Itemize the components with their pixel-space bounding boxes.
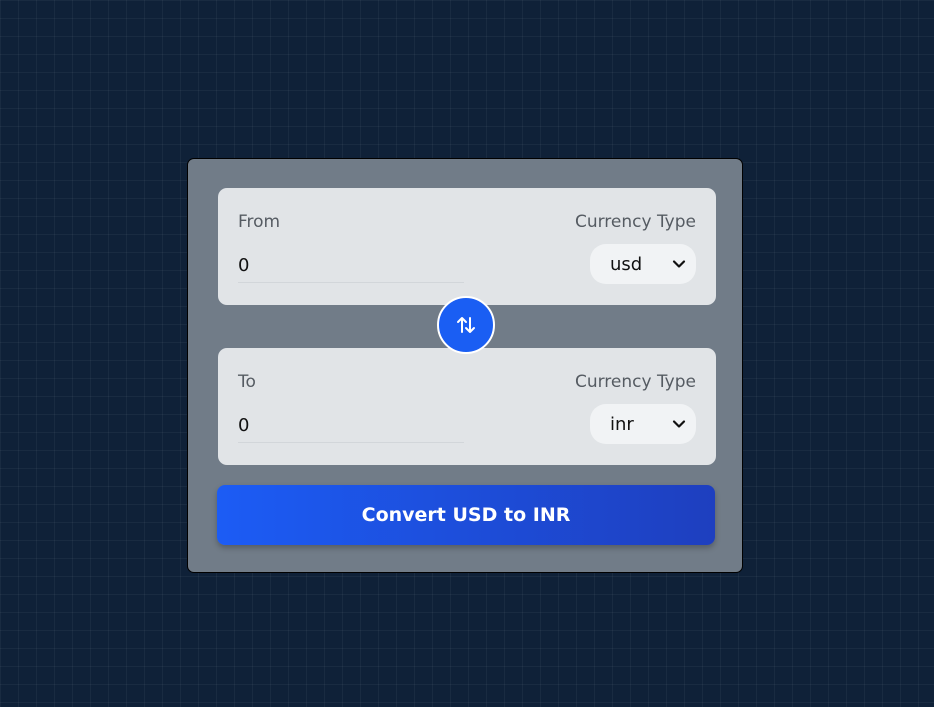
to-currency-label: Currency Type xyxy=(574,372,696,392)
to-label: To xyxy=(238,372,256,392)
to-amount-input[interactable] xyxy=(238,408,464,443)
from-currency-label: Currency Type xyxy=(574,212,696,232)
to-panel: To Currency Type inr xyxy=(218,348,716,465)
chevron-down-icon xyxy=(672,420,686,428)
from-currency-select[interactable]: usd xyxy=(590,244,696,284)
from-amount-input[interactable] xyxy=(238,248,464,283)
from-panel: From Currency Type usd xyxy=(218,188,716,305)
from-label: From xyxy=(238,212,281,232)
to-currency-select[interactable]: inr xyxy=(590,404,696,444)
convert-button[interactable]: Convert USD to INR xyxy=(217,485,715,545)
swap-button[interactable] xyxy=(437,296,495,354)
swap-arrows-icon xyxy=(457,317,475,333)
chevron-down-icon xyxy=(672,260,686,268)
from-currency-value: usd xyxy=(610,253,643,275)
to-currency-value: inr xyxy=(610,413,634,435)
